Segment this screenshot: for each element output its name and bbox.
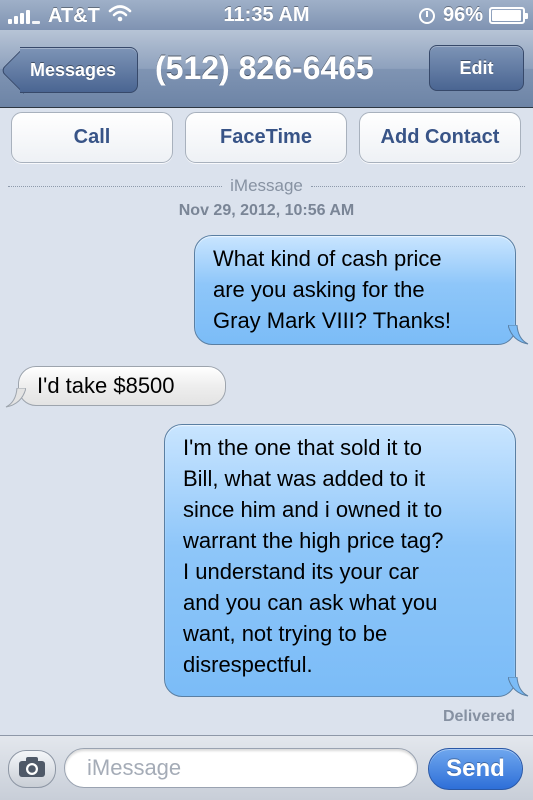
add-contact-button[interactable]: Add Contact [359, 112, 521, 163]
service-label: iMessage [230, 176, 303, 195]
divider-line-left [8, 185, 223, 187]
message-line: Gray Mark VIII? Thanks! [213, 308, 452, 333]
conversation-title: (512) 826-6465 [155, 50, 374, 86]
message-line: disrespectful. [183, 652, 313, 677]
bubble-tail-incoming [5, 388, 26, 408]
message-line: I understand its your car [183, 559, 420, 584]
battery-icon [489, 7, 528, 24]
camera-icon [18, 756, 46, 783]
message-line: since him and i owned it to [183, 497, 443, 522]
facetime-button-label: FaceTime [220, 126, 312, 148]
call-button[interactable]: Call [11, 112, 173, 163]
navigation-bar: Messages (512) 826-6465 Edit [0, 30, 533, 108]
back-messages-button[interactable]: Messages [20, 47, 138, 93]
message-line: I'd take $8500 [37, 373, 175, 398]
send-button-label: Send [446, 755, 505, 782]
message-line: warrant the high price tag? [183, 528, 444, 553]
message-bubble-outgoing[interactable]: I'm the one that sold it to Bill, what w… [164, 424, 516, 697]
alarm-clock-icon [418, 7, 435, 24]
add-contact-button-label: Add Contact [380, 126, 500, 148]
bubble-tail-outgoing [508, 677, 529, 697]
camera-button[interactable] [8, 750, 56, 788]
message-bubble-outgoing[interactable]: What kind of cash price are you asking f… [194, 235, 516, 345]
edit-button[interactable]: Edit [429, 45, 524, 91]
message-input[interactable] [64, 748, 418, 788]
message-line: and you can ask what you [183, 590, 438, 615]
message-line: want, not trying to be [183, 621, 388, 646]
call-button-label: Call [73, 126, 111, 148]
status-right: 96% [418, 4, 528, 27]
message-line: I'm the one that sold it to [183, 435, 423, 460]
facetime-button[interactable]: FaceTime [185, 112, 347, 163]
status-bar: AT&T 11:35 AM 96% [0, 0, 533, 30]
edit-button-label: Edit [459, 57, 494, 78]
message-line: Bill, what was added to it [183, 466, 426, 491]
contact-actions: Call FaceTime Add Contact [0, 112, 533, 164]
message-line: are you asking for the [213, 277, 425, 302]
message-composer: Send [0, 735, 533, 800]
message-bubble-incoming[interactable]: I'd take $8500 [18, 366, 226, 406]
battery-percent: 96% [442, 4, 483, 26]
bubble-tail-outgoing [508, 325, 529, 345]
send-button[interactable]: Send [428, 748, 523, 790]
message-line: What kind of cash price [213, 246, 442, 271]
divider-line-right [310, 185, 526, 187]
message-timestamp: Nov 29, 2012, 10:56 AM [178, 202, 355, 219]
imessage-divider: iMessage [0, 176, 533, 196]
delivery-status: Delivered [442, 708, 515, 725]
back-button-wrap: Messages [0, 30, 160, 108]
back-button-label: Messages [30, 59, 117, 80]
